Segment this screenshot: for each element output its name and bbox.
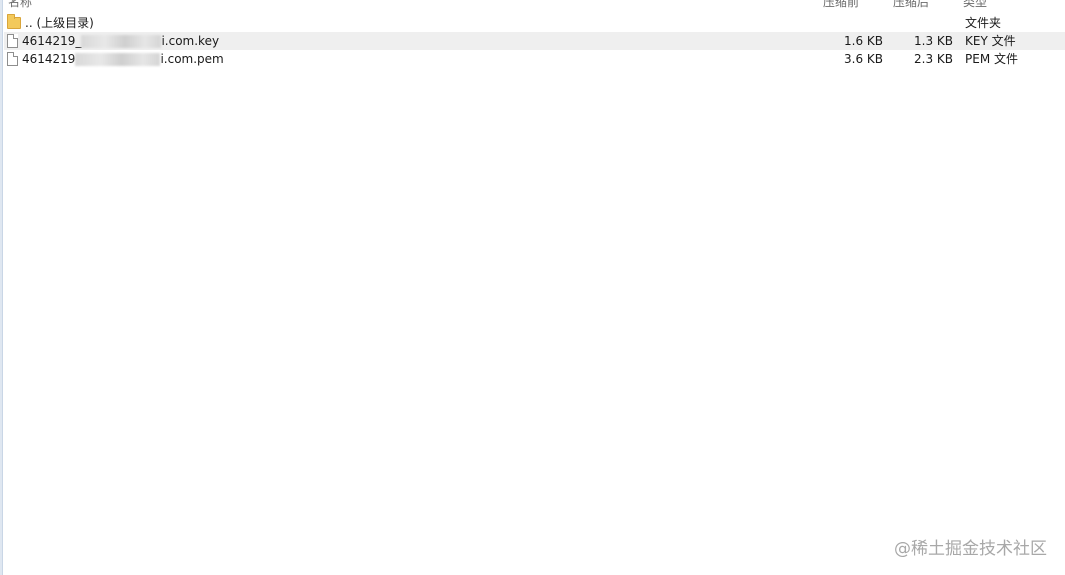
row-type: PEM 文件: [965, 52, 1018, 66]
column-header-original-size[interactable]: 压缩前: [823, 0, 859, 10]
row-original-size: 3.6 KB: [844, 52, 883, 66]
folder-icon: [7, 14, 21, 29]
row-name-cell: 4614219 i.com.pem: [7, 50, 224, 68]
table-row-key-file[interactable]: 4614219_ i.com.key 1.6 KB 1.3 KB KEY 文件: [4, 32, 1065, 50]
column-header-type[interactable]: 类型: [963, 0, 987, 10]
row-name-suffix: i.com.pem: [160, 52, 224, 66]
column-header-compressed-size[interactable]: 压缩后: [893, 0, 929, 10]
file-icon: [7, 52, 18, 66]
row-original-size: 1.6 KB: [844, 34, 883, 48]
row-name-cell: 4614219_ i.com.key: [7, 32, 219, 50]
row-compressed-size: 1.3 KB: [914, 34, 953, 48]
row-name-prefix: 4614219_: [22, 34, 82, 48]
row-compressed-size: 2.3 KB: [914, 52, 953, 66]
row-name-suffix: i.com.key: [161, 34, 220, 48]
column-header: 名称 压缩前 压缩后 类型: [0, 0, 1065, 10]
table-row-parent-directory[interactable]: .. (上级目录) 文件夹: [4, 14, 1065, 32]
table-row-pem-file[interactable]: 4614219 i.com.pem 3.6 KB 2.3 KB PEM 文件: [4, 50, 1065, 68]
watermark: @稀土掘金技术社区: [894, 539, 1047, 559]
row-name-cell: .. (上级目录): [7, 14, 94, 32]
row-type: KEY 文件: [965, 34, 1016, 48]
redacted-blur: [75, 52, 161, 66]
left-pane-edge: [0, 0, 3, 575]
file-icon: [7, 34, 18, 48]
redacted-blur: [81, 34, 162, 48]
column-header-name[interactable]: 名称: [8, 0, 32, 10]
row-name-prefix: 4614219: [22, 52, 76, 66]
row-type: 文件夹: [965, 16, 1002, 30]
row-name: .. (上级目录): [25, 16, 94, 30]
